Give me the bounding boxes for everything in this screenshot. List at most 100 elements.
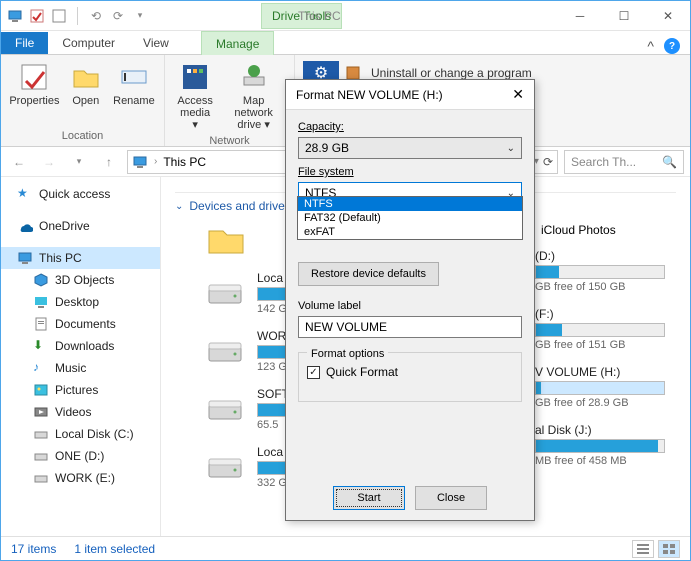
map-network-button[interactable]: Map networkdrive ▾ [221, 59, 286, 133]
drive-icon [205, 277, 245, 309]
window-title: This PC [298, 9, 341, 23]
ribbon-collapse-icon[interactable]: ^ [647, 38, 654, 54]
location-group-label: Location [9, 128, 156, 142]
dialog-close-button[interactable]: ✕ [512, 86, 524, 103]
nav-music[interactable]: ♪Music [1, 357, 160, 379]
drive-name: V VOLUME (H:) [535, 365, 685, 379]
rename-icon [118, 61, 150, 93]
drive-name: (D:) [535, 249, 685, 263]
restore-defaults-button[interactable]: Restore device defaults [298, 262, 439, 286]
qat-new-folder-icon[interactable] [51, 8, 67, 24]
drive-free: MB free of 458 MB [535, 455, 685, 467]
minimize-button[interactable]: ─ [558, 1, 602, 31]
title-bar: ⟲ ⟳ ▾ Drive Tools This PC ─ ☐ ✕ [1, 1, 690, 31]
capacity-dropdown[interactable]: 28.9 GB⌄ [298, 137, 522, 159]
nav-one-d[interactable]: ONE (D:) [1, 445, 160, 467]
search-placeholder: Search Th... [571, 155, 636, 169]
access-media-label: Accessmedia ▾ [177, 95, 212, 131]
star-icon: ★ [17, 186, 33, 202]
nav-videos[interactable]: Videos [1, 401, 160, 423]
document-icon [33, 316, 49, 332]
drive-item[interactable]: al Disk (J:) MB free of 458 MB [535, 423, 685, 467]
download-icon: ⬇ [33, 338, 49, 354]
nav-local-c[interactable]: Local Disk (C:) [1, 423, 160, 445]
volume-label-label: Volume label [298, 300, 522, 312]
drive-free: GB free of 28.9 GB [535, 397, 685, 409]
volume-label-input[interactable]: NEW VOLUME [298, 316, 522, 338]
view-tiles-button[interactable] [658, 540, 680, 558]
open-button[interactable]: Open [64, 59, 108, 128]
properties-button[interactable]: Properties [9, 59, 60, 128]
tab-manage[interactable]: Manage [201, 31, 274, 55]
rename-button[interactable]: Rename [112, 59, 156, 128]
tab-computer[interactable]: Computer [48, 32, 129, 54]
drive-name: al Disk (J:) [535, 423, 685, 437]
filesystem-option-exfat[interactable]: exFAT [298, 225, 522, 239]
help-icon[interactable]: ? [664, 38, 680, 54]
filesystem-label: File system [298, 166, 522, 178]
nav-onedrive[interactable]: OneDrive [1, 215, 160, 237]
nav-3d-objects[interactable]: 3D Objects [1, 269, 160, 291]
maximize-button[interactable]: ☐ [602, 1, 646, 31]
nav-pictures[interactable]: Pictures [1, 379, 160, 401]
properties-icon [18, 61, 50, 93]
drive-icon [33, 448, 49, 464]
filesystem-option-ntfs[interactable]: NTFS [298, 197, 522, 211]
nav-work-e[interactable]: WORK (E:) [1, 467, 160, 489]
nav-this-pc[interactable]: This PC [1, 247, 160, 269]
tab-file[interactable]: File [1, 32, 48, 54]
icloud-photos-label[interactable]: iCloud Photos [541, 223, 616, 237]
access-media-button[interactable]: Accessmedia ▾ [173, 59, 217, 133]
nav-recent-icon[interactable]: ▾ [67, 150, 91, 174]
view-details-button[interactable] [632, 540, 654, 558]
nav-desktop[interactable]: Desktop [1, 291, 160, 313]
pc-icon [132, 154, 148, 170]
close-window-button[interactable]: ✕ [646, 1, 690, 31]
filesystem-option-fat32[interactable]: FAT32 (Default) [298, 211, 522, 225]
qat-undo-icon[interactable]: ⟲ [88, 8, 104, 24]
network-drive-icon [238, 61, 270, 93]
cloud-icon [17, 218, 33, 234]
nav-quick-access[interactable]: ★ Quick access [1, 183, 160, 205]
nav-forward-button[interactable]: → [37, 150, 61, 174]
video-icon [33, 404, 49, 420]
navigation-pane: ★ Quick access OneDrive This PC 3D Objec… [1, 177, 161, 536]
drive-icon [33, 426, 49, 442]
open-folder-icon [70, 61, 102, 93]
chevron-right-icon[interactable]: › [154, 156, 157, 167]
search-input[interactable]: Search Th... 🔍 [564, 150, 684, 174]
drive-item[interactable]: (D:)GB free of 150 GB [535, 249, 685, 293]
drive-item[interactable]: V VOLUME (H:) GB free of 28.9 GB [535, 365, 685, 409]
drive-item[interactable]: (F:)GB free of 151 GB [535, 307, 685, 351]
refresh-icon[interactable]: ⟳ [543, 155, 553, 169]
map-network-label: Map networkdrive ▾ [227, 95, 280, 131]
music-icon: ♪ [33, 360, 49, 376]
drive-icon [205, 393, 245, 425]
search-icon: 🔍 [662, 155, 677, 169]
start-button[interactable]: Start [333, 486, 405, 510]
checkbox-checked-icon: ✓ [307, 366, 320, 379]
drive-icon [205, 451, 245, 483]
desktop-icon [33, 294, 49, 310]
qat-redo-icon[interactable]: ⟳ [110, 8, 126, 24]
drive-free: GB free of 151 GB [535, 339, 685, 351]
drive-icon [33, 470, 49, 486]
drive-icon [205, 335, 245, 367]
picture-icon [33, 382, 49, 398]
pc-icon [7, 8, 23, 24]
close-button[interactable]: Close [415, 486, 487, 510]
cube-icon [33, 272, 49, 288]
nav-documents[interactable]: Documents [1, 313, 160, 335]
qat-dropdown-icon[interactable]: ▾ [132, 8, 148, 24]
capacity-label: Capacity: [298, 121, 522, 133]
quick-format-checkbox[interactable]: ✓ Quick Format [307, 365, 513, 379]
media-icon [179, 61, 211, 93]
qat-properties-icon[interactable] [29, 8, 45, 24]
address-location: This PC [163, 155, 206, 169]
nav-downloads[interactable]: ⬇Downloads [1, 335, 160, 357]
nav-back-button[interactable]: ← [7, 150, 31, 174]
dialog-title: Format NEW VOLUME (H:) [296, 88, 443, 102]
format-options-group: Format options ✓ Quick Format [298, 352, 522, 402]
nav-up-button[interactable]: ↑ [97, 150, 121, 174]
tab-view[interactable]: View [129, 32, 183, 54]
